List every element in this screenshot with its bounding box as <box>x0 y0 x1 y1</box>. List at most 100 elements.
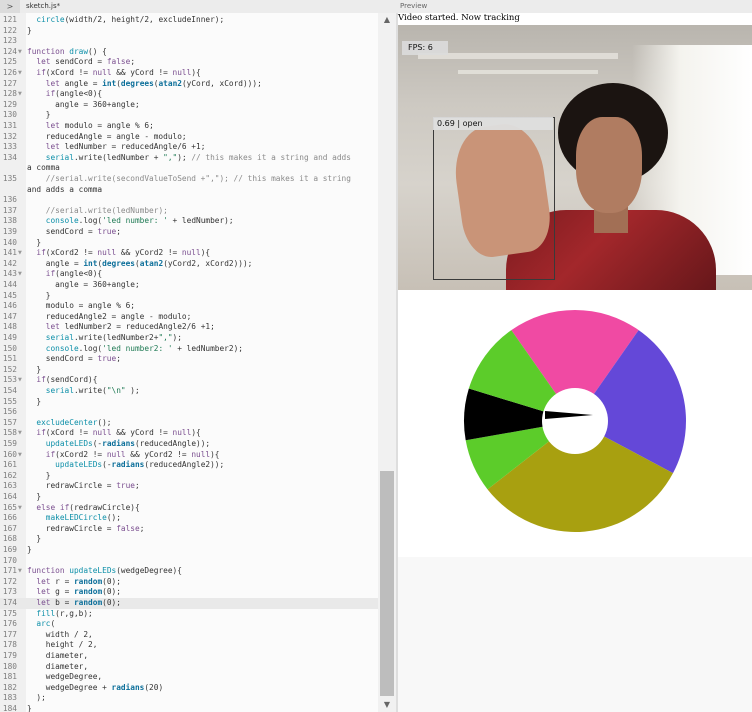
code-line[interactable]: 136 <box>0 195 378 206</box>
code-line[interactable]: 129 angle = 360+angle; <box>0 100 378 111</box>
code-line[interactable]: 132 reducedAngle = angle - modulo; <box>0 132 378 143</box>
code-line[interactable]: 121 circle(width/2, height/2, excludeInn… <box>0 15 378 26</box>
code-line[interactable]: 178 height / 2, <box>0 640 378 651</box>
code-line[interactable]: 138 console.log('led number: ' + ledNumb… <box>0 216 378 227</box>
scroll-up-arrow-icon[interactable]: ▲ <box>378 13 396 27</box>
line-number: 149 <box>2 333 17 342</box>
code-line[interactable]: 135 //serial.write(secondValueToSend +",… <box>0 174 378 185</box>
fold-arrow-icon[interactable]: ▼ <box>18 68 22 79</box>
code-line[interactable]: 173 let g = random(0); <box>0 587 378 598</box>
code-line[interactable]: 152 } <box>0 365 378 376</box>
code-line[interactable]: 161 updateLEDs(-radians(reducedAngle2)); <box>0 460 378 471</box>
fold-arrow-icon[interactable]: ▼ <box>18 566 22 577</box>
editor-scrollbar[interactable]: ▲ ▼ <box>378 13 396 712</box>
code-line[interactable]: 141 ▼ if(xCord2 != null && yCord2 != null… <box>0 248 378 259</box>
code-text: if(xCord2 != null && yCord2 != null){ <box>36 248 211 258</box>
scrollbar-thumb[interactable] <box>380 471 394 696</box>
code-line[interactable]: 122} <box>0 26 378 37</box>
code-line[interactable]: 123 <box>0 36 378 47</box>
code-line[interactable]: 182 wedgeDegree + radians(20) <box>0 683 378 694</box>
code-line[interactable]: 150 console.log('led number2: ' + ledNum… <box>0 344 378 355</box>
code-line[interactable]: 172 let r = random(0); <box>0 577 378 588</box>
code-line[interactable]: 156 <box>0 407 378 418</box>
scroll-down-arrow-icon[interactable]: ▼ <box>378 698 396 712</box>
code-text: height / 2, <box>27 640 98 650</box>
line-number: 170 <box>2 555 17 565</box>
code-line[interactable]: 149 serial.write(ledNumber2+","); <box>0 333 378 344</box>
line-number: 140 <box>2 237 17 247</box>
code-line[interactable]: 124 ▼ function draw() { <box>0 47 378 58</box>
code-line[interactable]: a comma <box>0 163 378 174</box>
line-number: 126 <box>2 68 17 77</box>
line-number: 178 <box>2 640 17 650</box>
fold-arrow-icon[interactable]: ▼ <box>18 47 22 58</box>
fold-arrow-icon[interactable]: ▼ <box>18 428 22 439</box>
code-line[interactable]: 177 width / 2, <box>0 630 378 641</box>
code-line[interactable]: 175 fill(r,g,b); <box>0 609 378 620</box>
code-line[interactable]: 139 sendCord = true; <box>0 227 378 238</box>
code-line[interactable]: 154 serial.write("\n" ); <box>0 386 378 397</box>
code-line[interactable]: 145 } <box>0 291 378 302</box>
fold-arrow-icon[interactable]: ▼ <box>18 503 22 514</box>
code-line[interactable]: 157 excludeCenter(); <box>0 418 378 429</box>
code-text: serial.write(ledNumber2+","); <box>45 333 182 342</box>
collapse-sidebar-button[interactable]: > <box>0 0 20 13</box>
code-line[interactable]: 180 diameter, <box>0 662 378 673</box>
code-text: width / 2, <box>27 629 93 639</box>
fold-arrow-icon[interactable]: ▼ <box>18 89 22 100</box>
code-line[interactable]: 171 ▼ function updateLEDs(wedgeDegree){ <box>0 566 378 577</box>
file-tab-sketch[interactable]: sketch.js* <box>26 0 60 13</box>
code-line[interactable]: 134 serial.write(ledNumber + ","); // th… <box>0 153 378 164</box>
code-line[interactable]: 131 let modulo = angle % 6; <box>0 121 378 132</box>
code-line[interactable]: 147 reducedAngle2 = angle - modulo; <box>0 312 378 323</box>
code-line[interactable]: 125 let sendCord = false; <box>0 57 378 68</box>
code-line[interactable]: 128 ▼ if(angle<0){ <box>0 89 378 100</box>
code-editor[interactable]: 121 circle(width/2, height/2, excludeInn… <box>0 13 378 712</box>
code-text: modulo = angle % 6; <box>27 301 135 311</box>
preview-header: Preview <box>400 2 428 10</box>
code-line[interactable]: 181 wedgeDegree, <box>0 672 378 683</box>
code-line[interactable]: 176 arc( <box>0 619 378 630</box>
code-line[interactable]: 126 ▼ if(xCord != null && yCord != null){ <box>0 68 378 79</box>
code-line[interactable]: 153 ▼ if(sendCord){ <box>0 375 378 386</box>
code-line[interactable]: 174 let b = random(0); <box>0 598 378 609</box>
code-line[interactable]: 158 ▼ if(xCord != null && yCord != null){ <box>0 428 378 439</box>
code-line[interactable]: and adds a comma <box>0 185 378 196</box>
code-line[interactable]: 179 diameter, <box>0 651 378 662</box>
code-line[interactable]: 127 let angle = int(degrees(atan2(yCord,… <box>0 79 378 90</box>
fold-arrow-icon[interactable]: ▼ <box>18 375 22 386</box>
fold-arrow-icon[interactable]: ▼ <box>18 269 22 280</box>
code-line[interactable]: 151 sendCord = true; <box>0 354 378 365</box>
code-line[interactable]: 146 modulo = angle % 6; <box>0 301 378 312</box>
code-line[interactable]: 144 angle = 360+angle; <box>0 280 378 291</box>
code-line[interactable]: 159 updateLEDs(-radians(reducedAngle)); <box>0 439 378 450</box>
code-line[interactable]: 155 } <box>0 397 378 408</box>
sketch-canvas[interactable] <box>398 290 752 557</box>
code-line[interactable]: 169} <box>0 545 378 556</box>
code-line[interactable]: 170 <box>0 556 378 567</box>
code-line[interactable]: 133 let ledNumber = reducedAngle/6 +1; <box>0 142 378 153</box>
code-text: diameter, <box>27 661 89 671</box>
code-text: ); <box>27 693 46 703</box>
code-line[interactable]: 142 angle = int(degrees(atan2(yCord2, xC… <box>0 259 378 270</box>
code-line[interactable]: 163 redrawCircle = true; <box>0 481 378 492</box>
code-line[interactable]: 130 } <box>0 110 378 121</box>
code-line[interactable]: 167 redrawCircle = false; <box>0 524 378 535</box>
code-line[interactable]: 184} <box>0 704 378 712</box>
code-line[interactable]: 165 ▼ else if(redrawCircle){ <box>0 503 378 514</box>
code-line[interactable]: 140 } <box>0 238 378 249</box>
code-line[interactable]: 168 } <box>0 534 378 545</box>
led-wheel <box>464 310 686 532</box>
code-line[interactable]: 148 let ledNumber2 = reducedAngle2/6 +1; <box>0 322 378 333</box>
fold-arrow-icon[interactable]: ▼ <box>18 450 22 461</box>
code-line[interactable]: 162 } <box>0 471 378 482</box>
code-line[interactable]: 143 ▼ if(angle<0){ <box>0 269 378 280</box>
code-line[interactable]: 160 ▼ if(xCord2 != null && yCord2 != null… <box>0 450 378 461</box>
line-number: 168 <box>2 534 17 544</box>
code-line[interactable]: 166 makeLEDCircle(); <box>0 513 378 524</box>
code-line[interactable]: 183 ); <box>0 693 378 704</box>
fold-arrow-icon[interactable]: ▼ <box>18 248 22 259</box>
code-line[interactable]: 164 } <box>0 492 378 503</box>
code-line[interactable]: 137 //serial.write(ledNumber); <box>0 206 378 217</box>
line-number: 160 <box>2 449 17 459</box>
